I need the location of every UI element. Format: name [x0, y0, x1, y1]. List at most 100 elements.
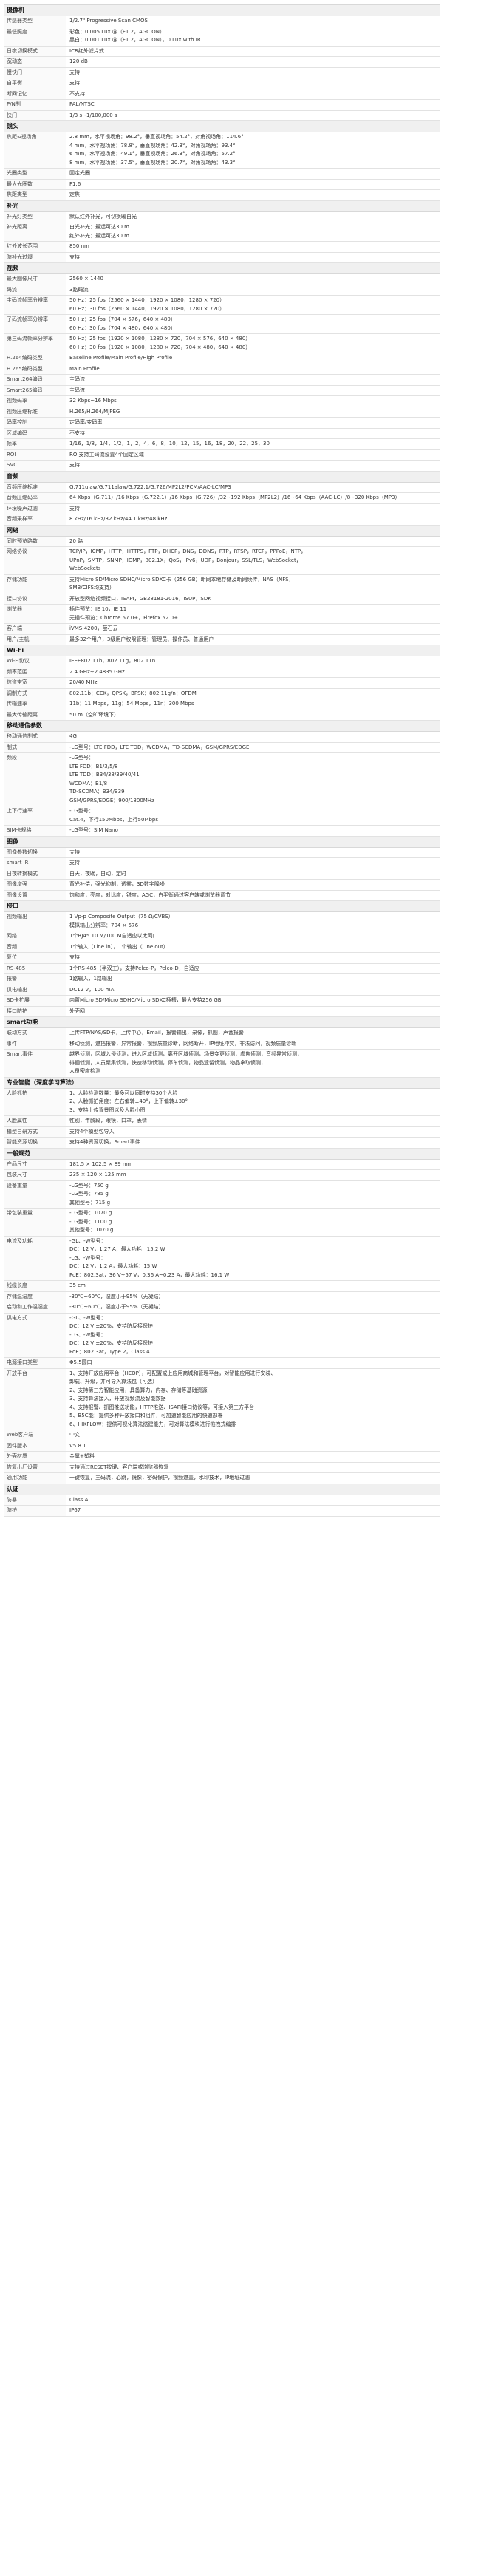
spec-row: 音频压缩标准 G.711ulaw/G.711alaw/G.722.1/G.726/… — [4, 482, 440, 493]
spec-value-line: 50 Hz：25 fps（1920 × 1080，1280 × 720，704 … — [69, 336, 251, 341]
spec-value: PAL/NTSC — [66, 100, 440, 110]
spec-value-line: UPnP，SMTP，SNMP，IGMP，802.1X，QoS，IPv6，UDP，… — [69, 557, 301, 563]
spec-value-line: 1路输入，1路输出 — [69, 976, 112, 982]
spec-row: 第三码流帧率分辨率 50 Hz：25 fps（1920 × 1080，1280 ×… — [4, 334, 440, 353]
spec-label: 供电输出 — [4, 985, 66, 995]
spec-row: 频率范围 2.4 GHz~2.4835 GHz — [4, 667, 440, 678]
spec-value-line: 35 cm — [69, 1282, 86, 1288]
spec-value: 默认红外补光，可切换暖白光 — [66, 212, 440, 222]
spec-value-line: 彩色：0.005 Lux @（F1.2，AGC ON） — [69, 28, 165, 35]
spec-value-line: 白光补光：最远可达30 m — [69, 224, 129, 230]
spec-value: 定焦 — [66, 190, 440, 200]
spec-row: 宽动态 120 dB — [4, 57, 440, 68]
spec-value: 支持4种资源切换，Smart事件 — [66, 1138, 440, 1148]
spec-row: 信道带宽 20/40 MHz — [4, 678, 440, 689]
spec-label: 日夜切换模式 — [4, 46, 66, 56]
spec-row: 报警 1路输入，1路输出 — [4, 974, 440, 985]
spec-value: H.265/H.264/MJPEG — [66, 407, 440, 418]
spec-value-line: PoE：802.3at，Type 2，Class 4 — [69, 1348, 150, 1355]
spec-label: 主码流帧率分辨率 — [4, 296, 66, 314]
spec-value-line: 8 kHz/16 kHz/32 kHz/44.1 kHz/48 kHz — [69, 516, 168, 522]
spec-row: 电源接口类型 Φ5.5圆口 — [4, 1358, 440, 1369]
spec-row: 光圈类型 固定光圈 — [4, 169, 440, 180]
spec-label: 设备重量 — [4, 1180, 66, 1208]
spec-value-line: 支持 — [69, 505, 80, 512]
spec-label: 电源接口类型 — [4, 1358, 66, 1368]
spec-value: Φ5.5圆口 — [66, 1358, 440, 1368]
spec-row: 启动和工作温湿度 -30℃~60℃，湿度小于95%（无凝结） — [4, 1302, 440, 1314]
spec-value: 50 Hz：25 fps（2560 × 1440，1920 × 1080，128… — [66, 296, 440, 314]
spec-value: ICR红外滤片式 — [66, 47, 440, 57]
spec-label: 防暴 — [4, 1495, 66, 1505]
spec-value-line: DC：12 V ±20%，支持防反接保护 — [69, 1340, 153, 1346]
spec-row: 最大传输距离 50 m（空旷环境下） — [4, 710, 440, 721]
spec-value-line: 1/16，1/8，1/4，1/2，1，2，4，6，8，10，12，15，16，1… — [69, 441, 270, 446]
section-header: 网络 — [4, 525, 440, 537]
spec-value: 1个输入（Line in），1个输出（Line out） — [66, 942, 440, 953]
spec-label: 恢复出厂设置 — [4, 1462, 66, 1472]
spec-label: 音频采样率 — [4, 514, 66, 525]
spec-label: Web客户端 — [4, 1430, 66, 1441]
spec-value: 主码流 — [66, 386, 440, 396]
spec-label: 图像参数切换 — [4, 847, 66, 857]
spec-value-line: 1/2.7" Progressive Scan CMOS — [69, 18, 148, 24]
spec-label: 防护 — [4, 1506, 66, 1516]
spec-label: 最大光圈数 — [4, 179, 66, 189]
spec-label: 码流 — [4, 285, 66, 295]
spec-value: ROI支持主码流设置4个固定区域 — [66, 450, 440, 461]
spec-row: Web客户端 中文 — [4, 1430, 440, 1441]
spec-label: 自平衡 — [4, 78, 66, 89]
spec-value-line: 金属+塑料 — [69, 1453, 95, 1459]
spec-label: 最大图像尺寸 — [4, 274, 66, 285]
spec-value-line: 1、支持开放应用平台（HEOP），可配置或上应用商城和管理平台，对智能应用进行安… — [69, 1370, 276, 1376]
spec-value-line: 白天，夜晚，自动，定时 — [69, 870, 126, 877]
spec-label: 音频压缩码率 — [4, 493, 66, 503]
spec-value: 50 Hz：25 fps（704 × 576，640 × 480） 60 Hz：3… — [66, 315, 440, 333]
spec-value-line: 默认红外补光，可切换暖白光 — [69, 213, 137, 220]
spec-value: 支持 — [66, 848, 440, 858]
spec-row: 自平衡 支持 — [4, 78, 440, 89]
spec-value: 饱和度，亮度，对比度，锐度，AGC，白平衡通过客户端或浏览器调节 — [66, 891, 440, 901]
spec-value: -LG型号：LTE FDD，LTE TDD，WCDMA，TD-SCDMA，GSM… — [66, 743, 440, 753]
spec-value: 120 dB — [66, 57, 440, 67]
spec-row: 复位 支持 — [4, 953, 440, 964]
spec-row: 事件 移动侦测，遮挡报警，异常报警，视频质量诊断，网络断开，IP地址冲突，非法访问… — [4, 1039, 440, 1050]
spec-value-line: Main Profile — [69, 365, 100, 372]
spec-value: V5.8.1 — [66, 1441, 440, 1452]
spec-row: 子码流帧率分辨率 50 Hz：25 fps（704 × 576，640 × 480… — [4, 315, 440, 334]
spec-label: 模型自研方式 — [4, 1126, 66, 1137]
spec-label: 接口协议 — [4, 594, 66, 604]
spec-row: 最低照度 彩色：0.005 Lux @（F1.2，AGC ON） 黑白：0.001 … — [4, 27, 440, 47]
spec-value: 支持Micro SD/Micro SDHC/Micro SDXC卡（256 GB… — [66, 575, 440, 594]
spec-value-line: 人员密度检测 — [69, 1068, 100, 1074]
spec-value: -LG型号： Cat.4，下行150Mbps，上行50Mbps — [66, 806, 440, 825]
spec-label: 日夜转换模式 — [4, 869, 66, 879]
spec-row: 浏览器 插件预览：IE 10，IE 11 无插件预览：Chrome 57.0+，Fi… — [4, 605, 440, 624]
spec-value: 32 Kbps~16 Mbps — [66, 396, 440, 407]
spec-value-line: IEEE802.11b，802.11g，802.11n — [69, 658, 156, 664]
spec-row: 图像增强 背光补偿，强光抑制，透雾，3D数字降噪 — [4, 880, 440, 891]
spec-value-line: WCDMA：B1/8 — [69, 780, 108, 786]
spec-value: 越界侦测，区域入侵侦测，进入区域侦测，离开区域侦测，场景变更侦测，虚焦侦测，音频… — [66, 1050, 440, 1077]
spec-value-line: 饱和度，亮度，对比度，锐度，AGC，白平衡通过客户端或浏览器调节 — [69, 891, 231, 898]
spec-value: 1/16，1/8，1/4，1/2，1，2，4，6，8，10，12，15，16，1… — [66, 439, 440, 449]
spec-row: 人脸属性 性别，年龄段，眼镜，口罩，表情 — [4, 1116, 440, 1127]
spec-value-line: -LG型号：SIM Nano — [69, 827, 118, 833]
spec-value-line: 其他型号：715 g — [69, 1199, 111, 1206]
spec-label: 调制方式 — [4, 688, 66, 699]
spec-value: -GL、-W型号： DC：12 V ±20%，支持防反接保护 -LG、-W型号： DC… — [66, 1314, 440, 1358]
spec-row: 电流及功耗 -GL、-W型号： DC：12 V，1.27 A，最大功耗：15.2 W… — [4, 1236, 440, 1281]
spec-label: 制式 — [4, 742, 66, 752]
spec-value-line: 移动侦测，遮挡报警，异常报警，视频质量诊断，网络断开，IP地址冲突，非法访问，视… — [69, 1040, 297, 1047]
spec-value: -30℃~60℃，湿度小于95%（无凝结） — [66, 1292, 440, 1302]
spec-value-line: G.711ulaw/G.711alaw/G.722.1/G.726/MP2L2/… — [69, 483, 231, 490]
spec-value-line: 支持 — [69, 462, 80, 468]
spec-value-line: -LG型号：1070 g — [69, 1210, 112, 1216]
spec-label: 传感器类型 — [4, 16, 66, 27]
spec-value-line: 60 Hz：30 fps（704 × 480，640 × 480） — [69, 324, 176, 331]
spec-value: 中文 — [66, 1430, 440, 1441]
spec-value-line: 20/40 MHz — [69, 679, 98, 685]
spec-label: H.264编码类型 — [4, 353, 66, 364]
spec-value: 最多32个用户，3级用户权限管理：管理员、操作员、普通用户 — [66, 635, 440, 645]
spec-label: 区域编码 — [4, 428, 66, 438]
